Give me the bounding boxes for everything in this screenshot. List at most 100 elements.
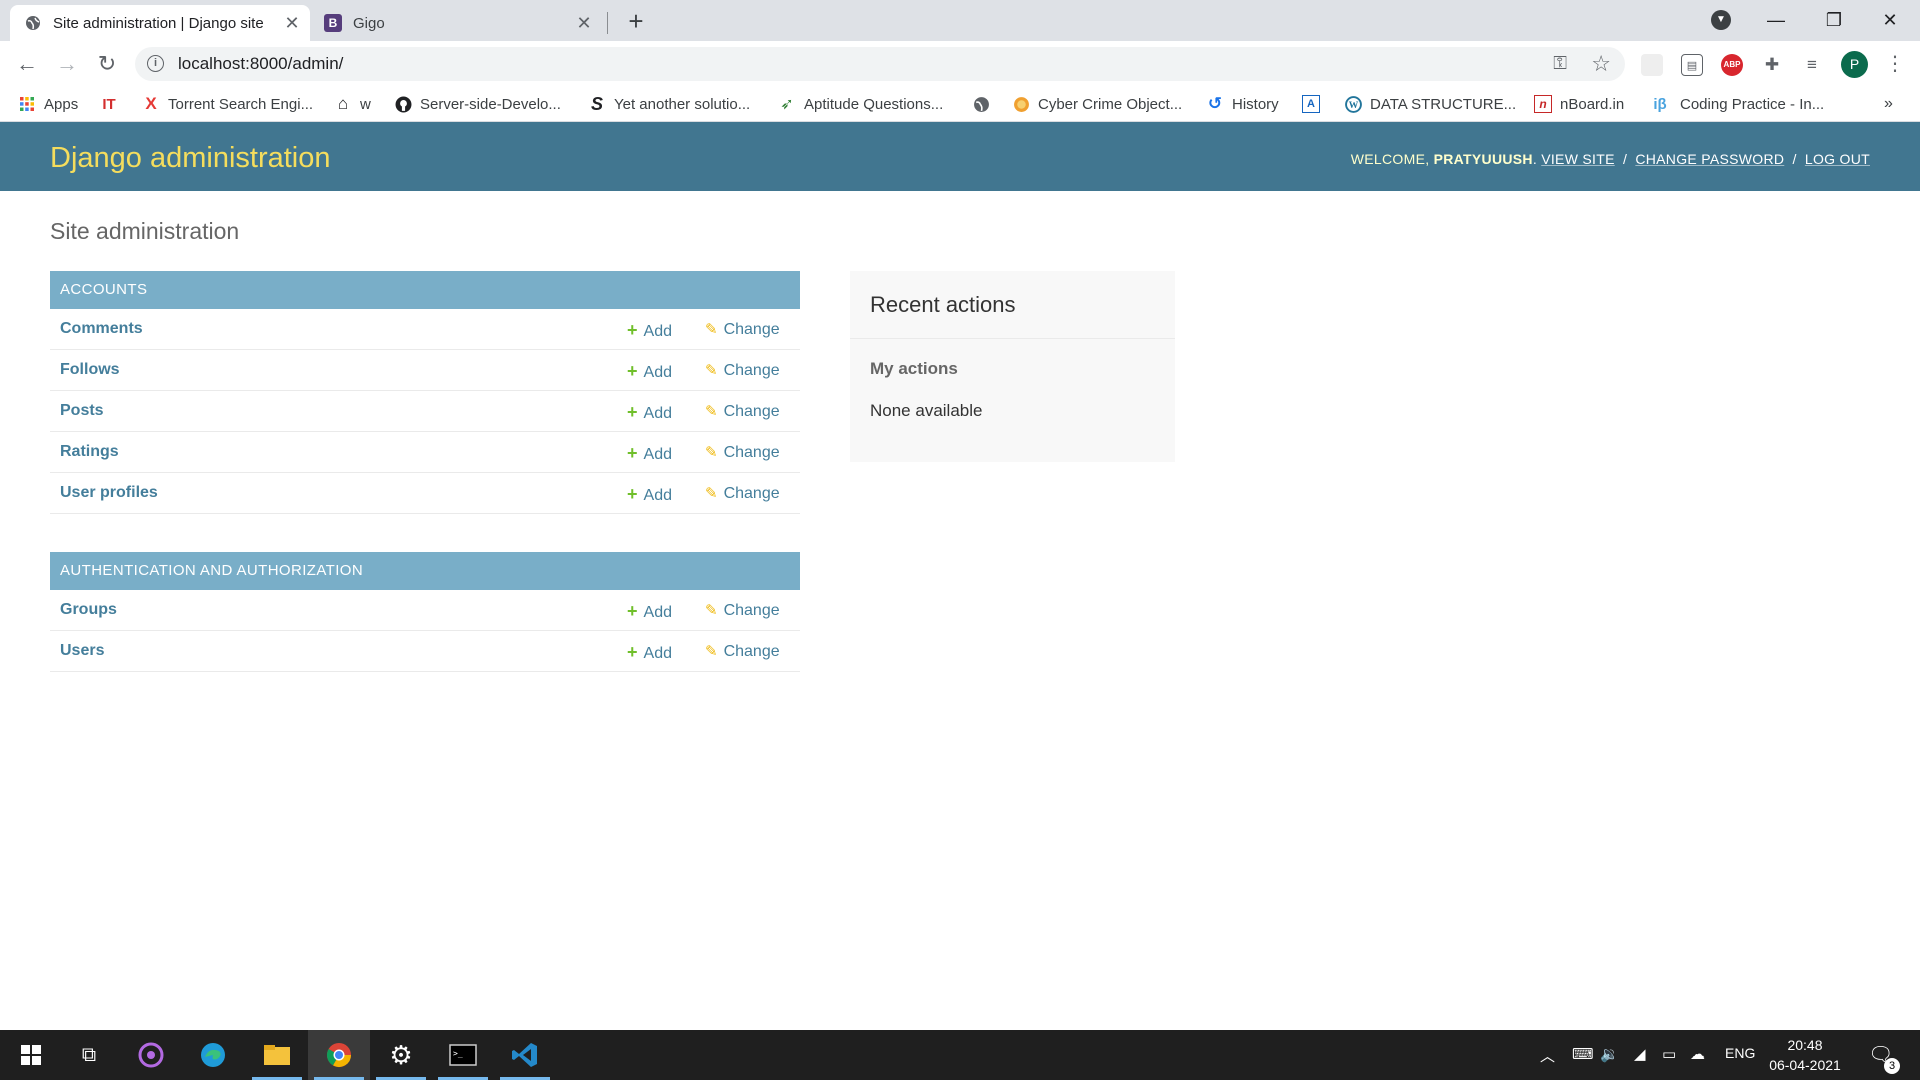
bookmark-label: Server-side-Develo... bbox=[420, 95, 561, 113]
clock-time: 20:48 bbox=[1787, 1037, 1823, 1053]
admin-header: Django administration WELCOME, PRATYUUUS… bbox=[0, 122, 1920, 191]
browser-toolbar: ← → ↻ i localhost:8000/admin/ ⚿ ☆ ▤ ABP … bbox=[0, 41, 1920, 87]
password-key-icon[interactable]: ⚿ bbox=[1553, 53, 1567, 74]
view-site-link[interactable]: VIEW SITE bbox=[1541, 151, 1615, 167]
change-user-profiles-button[interactable]: ✎ Change bbox=[705, 484, 780, 503]
chrome-icon[interactable] bbox=[308, 1030, 370, 1080]
site-info-icon[interactable]: i bbox=[147, 55, 164, 72]
extensions-puzzle-icon[interactable]: ✚ bbox=[1761, 54, 1783, 76]
change-groups-button[interactable]: ✎ Change bbox=[705, 601, 780, 620]
bookmark-history[interactable]: ↺ History bbox=[1206, 93, 1279, 115]
bookmark-leetcode[interactable]: A bbox=[1302, 93, 1328, 115]
bookmark-w[interactable]: ⌂ w bbox=[334, 93, 371, 115]
add-user-profiles-button[interactable]: + Add bbox=[627, 484, 672, 505]
extension-blank-icon[interactable] bbox=[1641, 54, 1663, 76]
add-plus-icon: + bbox=[627, 484, 638, 504]
tab-gigo[interactable]: B Gigo ✕ bbox=[312, 5, 602, 41]
window-close-icon[interactable]: ✕ bbox=[1866, 4, 1914, 36]
tab-search-chevron-icon[interactable]: ▼ bbox=[1711, 10, 1731, 30]
new-tab-plus-icon[interactable]: + bbox=[622, 8, 650, 36]
edge-browser-icon[interactable] bbox=[182, 1030, 244, 1080]
change-ratings-button[interactable]: ✎ Change bbox=[705, 443, 780, 462]
url-text[interactable]: localhost:8000/admin/ bbox=[178, 54, 343, 74]
change-password-link[interactable]: CHANGE PASSWORD bbox=[1635, 151, 1784, 167]
bookmark-globe[interactable] bbox=[972, 93, 998, 115]
task-view-icon[interactable]: ⧉ bbox=[58, 1030, 120, 1080]
model-link-ratings[interactable]: Ratings bbox=[60, 443, 119, 461]
media-control-icon[interactable]: ≡ bbox=[1801, 54, 1823, 76]
forward-arrow-icon[interactable]: → bbox=[52, 49, 82, 79]
model-link-posts[interactable]: Posts bbox=[60, 402, 104, 420]
aptitude-icon: ➶ bbox=[780, 96, 794, 113]
media-player-icon[interactable] bbox=[120, 1030, 182, 1080]
model-link-follows[interactable]: Follows bbox=[60, 361, 120, 379]
bookmark-torrent[interactable]: X Torrent Search Engi... bbox=[142, 93, 313, 115]
bookmark-nboard[interactable]: n nBoard.in bbox=[1534, 93, 1624, 115]
system-clock[interactable]: 20:48 06-04-2021 bbox=[1760, 1035, 1850, 1075]
model-row-ratings: Ratings + Add ✎ Change bbox=[50, 432, 800, 473]
model-link-comments[interactable]: Comments bbox=[60, 320, 143, 338]
model-link-user-profiles[interactable]: User profiles bbox=[60, 484, 158, 502]
svg-text:W: W bbox=[1348, 100, 1358, 111]
show-hidden-icons-chevron-icon[interactable]: ︿ bbox=[1540, 1045, 1555, 1066]
file-explorer-icon[interactable] bbox=[246, 1030, 308, 1080]
tab-site-administration[interactable]: Site administration | Django site ✕ bbox=[10, 5, 310, 41]
model-link-groups[interactable]: Groups bbox=[60, 601, 117, 619]
log-out-link[interactable]: LOG OUT bbox=[1805, 151, 1870, 167]
back-arrow-icon[interactable]: ← bbox=[12, 49, 42, 79]
vscode-icon[interactable] bbox=[494, 1030, 556, 1080]
browser-menu-icon[interactable]: ⋮ bbox=[1880, 49, 1910, 79]
meet-now-icon[interactable]: ⌨ bbox=[1572, 1045, 1594, 1063]
bookmark-star-icon[interactable]: ☆ bbox=[1591, 51, 1611, 77]
bookmark-label: Cyber Crime Object... bbox=[1038, 95, 1183, 113]
change-users-button[interactable]: ✎ Change bbox=[705, 642, 780, 661]
bookmark-apps[interactable]: Apps bbox=[18, 93, 78, 115]
bookmark-coding-practice[interactable]: iβ Coding Practice - In... bbox=[1648, 93, 1824, 115]
add-users-button[interactable]: + Add bbox=[627, 642, 672, 663]
adblock-plus-icon[interactable]: ABP bbox=[1721, 54, 1743, 76]
action-center-icon[interactable]: 🗨 3 bbox=[1868, 1042, 1900, 1074]
windows-start-icon[interactable] bbox=[0, 1030, 62, 1080]
module-caption-accounts[interactable]: ACCOUNTS bbox=[50, 271, 800, 309]
leetcode-icon: A bbox=[1302, 95, 1320, 113]
settings-gear-icon[interactable]: ⚙ bbox=[370, 1030, 432, 1080]
profile-avatar[interactable]: P bbox=[1841, 51, 1868, 78]
bookmark-label: History bbox=[1232, 95, 1279, 113]
add-groups-button[interactable]: + Add bbox=[627, 601, 672, 622]
extension-calendar-icon[interactable]: ▤ bbox=[1681, 54, 1703, 76]
bookmark-server-side[interactable]: Server-side-Develo... bbox=[394, 93, 561, 115]
nboard-icon: n bbox=[1534, 95, 1552, 113]
wifi-icon[interactable]: ◢ bbox=[1634, 1045, 1646, 1063]
battery-icon[interactable]: ▭ bbox=[1662, 1045, 1676, 1063]
restore-icon[interactable]: ❐ bbox=[1810, 4, 1858, 36]
address-bar[interactable]: i localhost:8000/admin/ ⚿ ☆ bbox=[135, 47, 1625, 81]
bookmark-cyber-crime[interactable]: Cyber Crime Object... bbox=[1012, 93, 1182, 115]
change-follows-button[interactable]: ✎ Change bbox=[705, 361, 780, 380]
more-bookmarks-chevron-icon[interactable]: » bbox=[1884, 93, 1893, 115]
pencil-icon: ✎ bbox=[705, 444, 718, 461]
add-comments-button[interactable]: + Add bbox=[627, 320, 672, 341]
bookmark-data-structure[interactable]: W DATA STRUCTURE... bbox=[1344, 93, 1516, 115]
change-comments-button[interactable]: ✎ Change bbox=[705, 320, 780, 339]
reload-icon[interactable]: ↻ bbox=[92, 49, 122, 79]
add-posts-button[interactable]: + Add bbox=[627, 402, 672, 423]
add-follows-button[interactable]: + Add bbox=[627, 361, 672, 382]
bookmark-yet-another[interactable]: S Yet another solutio... bbox=[588, 93, 750, 115]
language-indicator[interactable]: ENG bbox=[1725, 1045, 1755, 1061]
minimize-icon[interactable]: — bbox=[1752, 4, 1800, 36]
model-link-users[interactable]: Users bbox=[60, 642, 104, 660]
add-ratings-button[interactable]: + Add bbox=[627, 443, 672, 464]
bookmarks-bar: Apps IT X Torrent Search Engi... ⌂ w Ser… bbox=[0, 87, 1920, 122]
change-posts-button[interactable]: ✎ Change bbox=[705, 402, 780, 421]
onedrive-cloud-icon[interactable]: ☁ bbox=[1690, 1045, 1705, 1063]
tab-close-icon[interactable]: ✕ bbox=[280, 13, 304, 34]
bookmark-it[interactable]: IT bbox=[100, 93, 126, 115]
tab-close-icon[interactable]: ✕ bbox=[572, 13, 596, 34]
site-branding[interactable]: Django administration bbox=[50, 142, 330, 175]
terminal-icon[interactable]: >_ bbox=[432, 1030, 494, 1080]
volume-icon[interactable]: 🔉 bbox=[1600, 1045, 1619, 1063]
pencil-icon: ✎ bbox=[705, 403, 718, 420]
module-caption-auth[interactable]: AUTHENTICATION AND AUTHORIZATION bbox=[50, 552, 800, 590]
notification-count: 3 bbox=[1884, 1058, 1900, 1074]
bookmark-aptitude[interactable]: ➶ Aptitude Questions... bbox=[778, 93, 943, 115]
